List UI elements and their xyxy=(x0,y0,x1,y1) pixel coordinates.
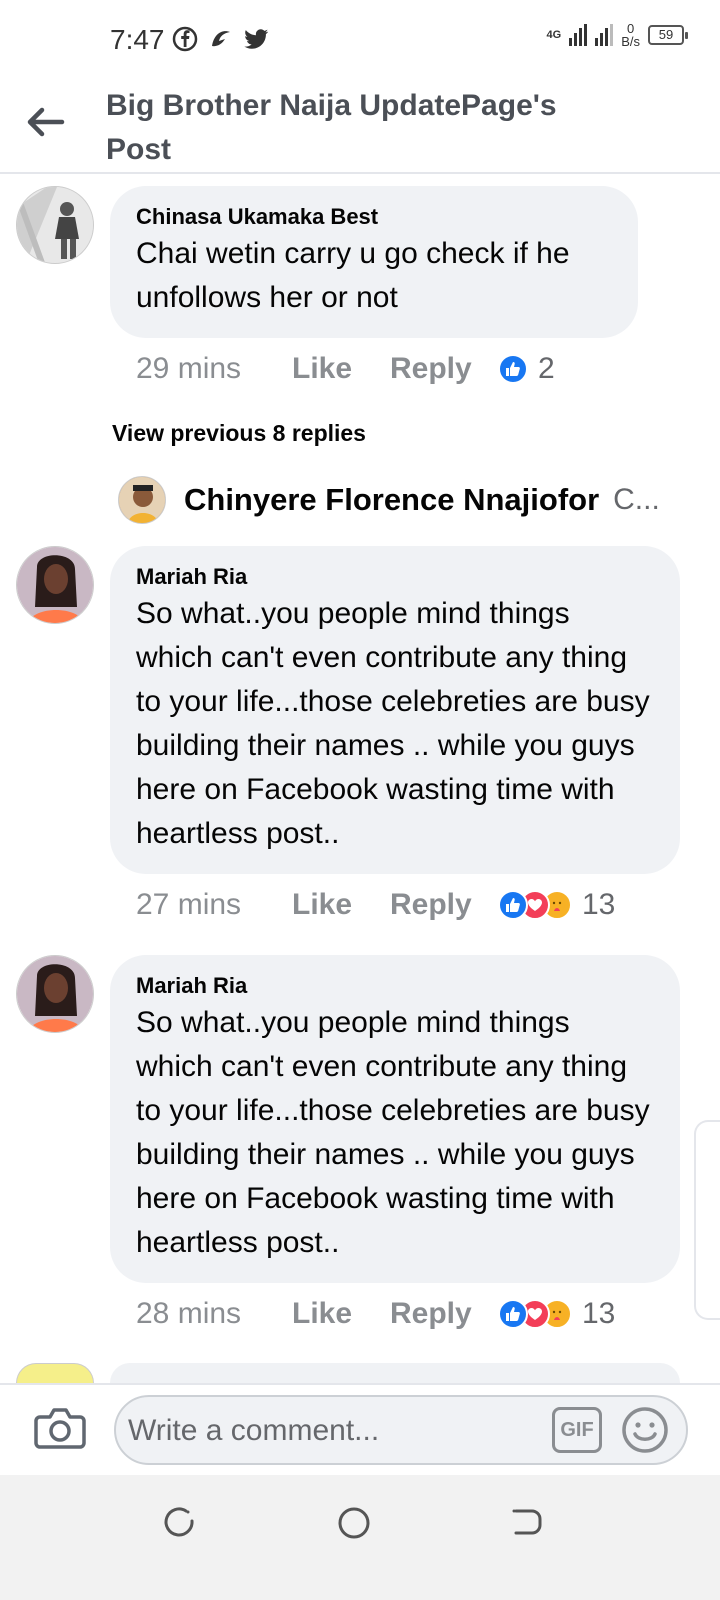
comment-input-container: GIF xyxy=(114,1395,688,1465)
camera-button[interactable] xyxy=(34,1405,86,1451)
side-handle[interactable] xyxy=(694,1120,720,1320)
avatar[interactable] xyxy=(118,476,166,524)
comment-text: So what..you people mind things which ca… xyxy=(136,1006,650,1259)
like-icon xyxy=(498,354,528,384)
app-notification-icon xyxy=(208,26,234,52)
comment-author[interactable]: Chinasa Ukamaka Best xyxy=(136,202,612,232)
battery-icon: 59 xyxy=(648,25,688,45)
signal-icon-2 xyxy=(595,24,614,46)
like-button[interactable]: Like xyxy=(292,1297,390,1331)
camera-icon xyxy=(34,1408,86,1449)
twitter-icon xyxy=(244,26,270,52)
emoji-button[interactable] xyxy=(620,1405,670,1455)
status-bar: 7:47 4G 0 B/s 59 xyxy=(0,0,720,80)
reply-button[interactable]: Reply xyxy=(390,1297,498,1331)
reply-snippet: C... xyxy=(613,483,660,516)
comment-actions: 28 mins Like Reply 13 xyxy=(136,1297,615,1331)
reply-preview[interactable]: Chinyere Florence Nnajiofor C... xyxy=(118,474,678,526)
like-button[interactable]: Like xyxy=(292,352,390,386)
gif-button[interactable]: GIF xyxy=(552,1407,602,1453)
back-nav-button[interactable] xyxy=(506,1503,546,1543)
system-status: 4G 0 B/s 59 xyxy=(546,22,688,48)
comment-text: So what..you people mind things which ca… xyxy=(136,597,650,850)
status-time: 7:47 xyxy=(110,24,165,55)
home-icon xyxy=(338,1507,370,1539)
comment-text: Chai wetin carry u go check if he unfoll… xyxy=(136,237,570,314)
emoji-icon xyxy=(622,1407,668,1453)
recents-button[interactable] xyxy=(160,1503,200,1543)
page-title: Big Brother Naija UpdatePage's Post xyxy=(106,89,557,166)
comment-time[interactable]: 27 mins xyxy=(136,888,292,922)
post-header: Big Brother Naija UpdatePage's Post xyxy=(0,80,720,174)
signal-icon xyxy=(569,24,588,46)
avatar[interactable] xyxy=(16,186,94,264)
comment-author[interactable]: Mariah Ria xyxy=(136,971,654,1001)
comment-time[interactable]: 28 mins xyxy=(136,1297,292,1331)
comment-bubble xyxy=(110,1363,680,1383)
comment-composer: GIF xyxy=(0,1383,720,1475)
reactions-summary[interactable]: 13 xyxy=(498,1297,615,1331)
like-icon xyxy=(498,890,528,920)
reply-button[interactable]: Reply xyxy=(390,888,498,922)
speed-unit: B/s xyxy=(621,34,640,49)
reaction-count: 2 xyxy=(538,352,555,385)
view-previous-replies[interactable]: View previous 8 replies xyxy=(112,420,366,447)
facebook-icon xyxy=(172,26,198,52)
notification-icons xyxy=(172,26,270,52)
reply-author[interactable]: Chinyere Florence Nnajiofor xyxy=(184,482,599,518)
home-button[interactable] xyxy=(334,1503,374,1543)
avatar[interactable] xyxy=(16,955,94,1033)
back-arrow-icon xyxy=(27,107,65,137)
reactions-summary[interactable]: 2 xyxy=(498,352,555,386)
comment-author[interactable]: Mariah Ria xyxy=(136,562,654,592)
reaction-count: 13 xyxy=(582,1297,616,1330)
comment-bubble: Mariah Ria So what..you people mind thin… xyxy=(110,955,680,1283)
comment-bubble: Mariah Ria So what..you people mind thin… xyxy=(110,546,680,874)
like-button[interactable]: Like xyxy=(292,888,390,922)
avatar[interactable] xyxy=(16,1363,94,1383)
system-nav-bar xyxy=(0,1475,720,1600)
reaction-count: 13 xyxy=(582,888,616,921)
comment-time[interactable]: 29 mins xyxy=(136,352,292,386)
avatar[interactable] xyxy=(16,546,94,624)
comment-actions: 29 mins Like Reply 2 xyxy=(136,352,555,386)
like-icon xyxy=(498,1299,528,1329)
reply-button[interactable]: Reply xyxy=(390,352,498,386)
back-nav-icon xyxy=(512,1509,542,1535)
comment-actions: 27 mins Like Reply 13 xyxy=(136,888,615,922)
back-button[interactable] xyxy=(22,98,70,146)
reactions-summary[interactable]: 13 xyxy=(498,888,615,922)
network-speed: 0 B/s xyxy=(621,22,640,48)
network-type: 4G xyxy=(546,28,562,41)
recents-icon xyxy=(164,1507,194,1537)
comment-input[interactable] xyxy=(128,1407,548,1455)
comment-bubble: Chinasa Ukamaka Best Chai wetin carry u … xyxy=(110,186,638,338)
